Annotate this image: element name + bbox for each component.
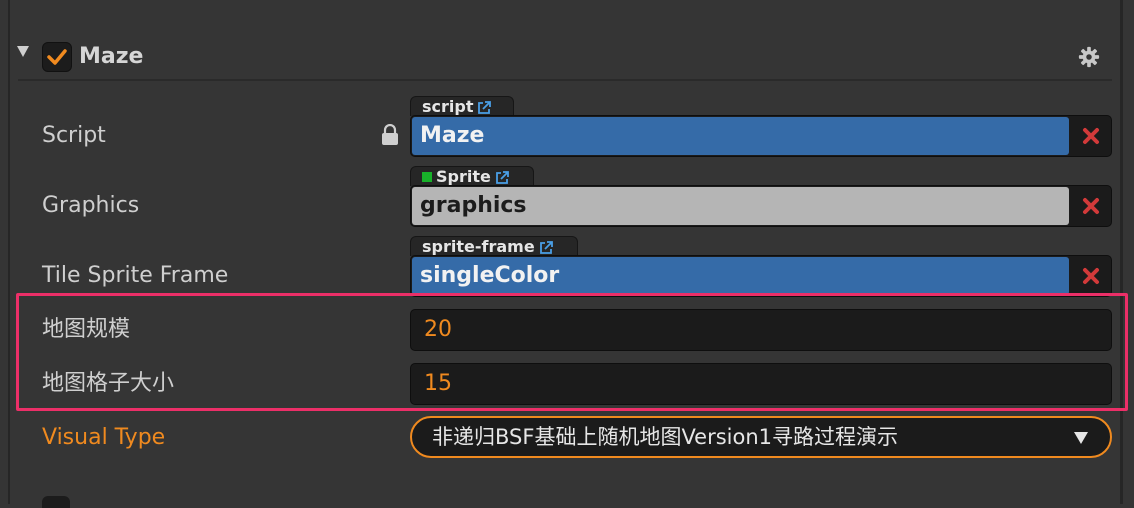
script-asset-name[interactable]: Maze <box>412 117 1069 155</box>
graphics-type-label: Sprite <box>436 167 491 186</box>
graphics-type-tag: Sprite <box>410 166 534 186</box>
external-link-icon[interactable] <box>494 170 510 186</box>
lock-icon <box>382 124 398 145</box>
tile-sprite-frame-type-label: sprite-frame <box>422 237 535 256</box>
header-divider <box>18 79 1112 81</box>
component-title: Maze <box>79 44 144 69</box>
panel-left-edge <box>8 0 10 504</box>
tile-sprite-frame-asset-name[interactable]: singleColor <box>412 257 1069 295</box>
highlight-annotation-box <box>16 293 1128 411</box>
clear-x-icon[interactable] <box>1081 196 1101 216</box>
graphics-asset-field[interactable]: graphics <box>410 185 1112 227</box>
script-label: Script <box>42 123 106 148</box>
script-asset-field[interactable]: Maze <box>410 115 1112 157</box>
external-link-icon[interactable] <box>476 100 492 116</box>
checkmark-icon <box>47 49 67 65</box>
clear-x-icon[interactable] <box>1081 266 1101 286</box>
script-type-tag: script <box>410 96 514 116</box>
graphics-label: Graphics <box>42 193 140 218</box>
tile-sprite-frame-asset-field[interactable]: singleColor <box>410 255 1112 297</box>
visual-type-label: Visual Type <box>42 425 166 450</box>
next-component-checkbox[interactable] <box>42 496 70 508</box>
tile-sprite-frame-type-tag: sprite-frame <box>410 236 578 256</box>
script-type-label: script <box>422 97 474 116</box>
fold-triangle-icon[interactable] <box>17 46 29 57</box>
panel-scrollbar-track[interactable] <box>1120 0 1123 504</box>
graphics-asset-name[interactable]: graphics <box>412 187 1069 225</box>
clear-x-icon[interactable] <box>1081 126 1101 146</box>
visual-type-selected-value: 非递归BSF基础上随机地图Version1寻路过程演示 <box>432 425 899 449</box>
node-component-icon <box>422 172 432 182</box>
dropdown-caret-icon <box>1074 432 1088 444</box>
component-enabled-checkbox[interactable] <box>42 42 72 72</box>
tile-sprite-frame-label: Tile Sprite Frame <box>42 263 229 288</box>
gear-icon[interactable] <box>1078 46 1100 68</box>
visual-type-select[interactable]: 非递归BSF基础上随机地图Version1寻路过程演示 <box>410 416 1112 458</box>
external-link-icon[interactable] <box>538 240 554 256</box>
